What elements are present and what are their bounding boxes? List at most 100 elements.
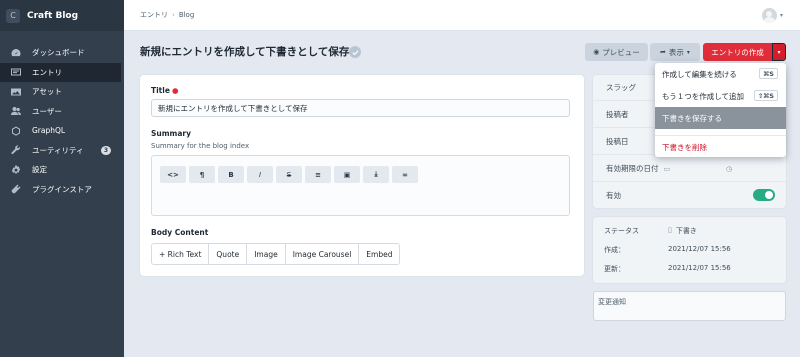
sidebar-item-label: GraphQL xyxy=(32,126,66,136)
plug-icon xyxy=(10,184,22,194)
chevron-down-icon: ▾ xyxy=(777,48,781,56)
enabled-toggle[interactable] xyxy=(753,189,775,201)
view-button-label: 表示 xyxy=(668,47,684,57)
create-menu-toggle[interactable]: ▾ xyxy=(772,43,786,61)
wrench-icon xyxy=(10,145,22,155)
page-title: 新規にエントリを作成して下書きとして保存 xyxy=(140,46,350,58)
site-logo: C xyxy=(6,8,20,23)
create-dropdown-menu: 作成して編集を続ける ⌘S もう１つを作成して追加 ⇧⌘S 下書きを保存する 下… xyxy=(655,63,786,157)
created-row: 作成： 2021/12/07 15:56 xyxy=(604,245,731,255)
updated-value: 2021/12/07 15:56 xyxy=(668,264,731,272)
graphql-icon xyxy=(10,126,22,136)
title-label-text: Title xyxy=(151,86,170,95)
required-indicator-icon: ● xyxy=(171,86,179,95)
menu-item-label: もう１つを作成して追加 xyxy=(662,91,745,101)
menu-item-label: 作成して編集を続ける xyxy=(662,69,737,79)
sidebar-item-users[interactable]: ユーザー xyxy=(0,102,121,122)
editor-toolbar: <> ¶ B I S ≡ ▣ ⤓ ∞ xyxy=(160,166,421,183)
status-value: 下書き xyxy=(675,227,697,235)
strikethrough-button[interactable]: S xyxy=(276,166,302,183)
author-label: 投稿者 xyxy=(606,110,629,119)
body-content-label: Body Content xyxy=(151,228,209,237)
sidebar-item-label: ユーティリティ xyxy=(32,145,84,155)
title-input[interactable] xyxy=(151,99,570,117)
expiry-date-label: 有効期限の日付 xyxy=(606,164,659,173)
preview-button-label: プレビュー xyxy=(602,47,640,57)
menu-item-label: 下書きを保存する xyxy=(662,113,722,123)
share-icon: ➦ xyxy=(660,48,666,56)
embed-button[interactable]: ⤓ xyxy=(363,166,389,183)
post-date-label: 投稿日 xyxy=(606,137,629,146)
preview-button[interactable]: ◉ プレビュー xyxy=(585,43,648,61)
create-entry-button[interactable]: エントリの作成 xyxy=(703,43,772,61)
add-image-button[interactable]: Image xyxy=(247,244,286,264)
notes-placeholder: 変更通知 xyxy=(598,298,626,306)
chevron-down-icon: ▾ xyxy=(686,48,690,56)
menu-item-delete-draft[interactable]: 下書きを削除 xyxy=(655,136,786,158)
sidebar-item-label: プラグインストア xyxy=(32,184,92,194)
sidebar-item-label: ダッシュボード xyxy=(32,48,85,58)
add-embed-button[interactable]: Embed xyxy=(359,244,400,264)
sidebar-item-utilities[interactable]: ユーティリティ 3 xyxy=(0,141,121,161)
add-image-carousel-button[interactable]: Image Carousel xyxy=(285,244,360,264)
top-bar: エントリ › Blog ▾ xyxy=(124,0,800,31)
sidebar-nav: ダッシュボード エントリ アセット ユーザー GraphQL ユーティリティ 3… xyxy=(0,31,124,199)
enabled-field: 有効 xyxy=(593,182,786,208)
sidebar-item-assets[interactable]: アセット xyxy=(0,82,121,102)
sidebar-item-dashboard[interactable]: ダッシュボード xyxy=(0,43,121,63)
app-window: C Craft Blog ダッシュボード エントリ アセット ユーザー Grap… xyxy=(0,0,800,357)
sidebar-item-graphql[interactable]: GraphQL xyxy=(0,121,121,141)
breadcrumb: エントリ › Blog xyxy=(140,10,194,20)
created-label: 作成： xyxy=(604,246,625,254)
code-button[interactable]: <> xyxy=(160,166,186,183)
add-quote-button[interactable]: Quote xyxy=(209,244,248,264)
sidebar-item-label: アセット xyxy=(32,87,62,97)
sidebar-item-label: 設定 xyxy=(32,165,47,175)
brand[interactable]: C Craft Blog xyxy=(0,0,124,31)
block-type-buttons: + Rich Text Quote Image Image Carousel E… xyxy=(151,243,401,265)
created-value: 2021/12/07 15:56 xyxy=(668,245,731,253)
expiry-date-field[interactable]: 有効期限の日付 ▭ ◷ xyxy=(593,156,786,182)
updated-row: 更新： 2021/12/07 15:56 xyxy=(604,264,731,274)
bold-button[interactable]: B xyxy=(218,166,244,183)
users-icon xyxy=(10,106,22,116)
italic-button[interactable]: I xyxy=(247,166,273,183)
view-button[interactable]: ➦ 表示 ▾ xyxy=(650,43,700,61)
menu-item-save-draft[interactable]: 下書きを保存する xyxy=(655,107,786,129)
breadcrumb-separator-icon: › xyxy=(172,11,175,19)
keyboard-shortcut: ⌘S xyxy=(759,68,778,79)
list-button[interactable]: ≡ xyxy=(305,166,331,183)
sidebar-item-settings[interactable]: 設定 xyxy=(0,160,121,180)
assets-icon xyxy=(10,87,22,97)
menu-item-save-and-continue[interactable]: 作成して編集を続ける ⌘S xyxy=(655,63,786,85)
sidebar-item-plugin-store[interactable]: プラグインストア xyxy=(0,180,121,200)
dashboard-icon xyxy=(10,48,22,58)
clock-icon[interactable]: ◷ xyxy=(726,165,732,173)
avatar xyxy=(761,8,777,23)
document-icon: ▯ xyxy=(668,226,672,234)
status-label: ステータス xyxy=(604,227,639,235)
sidebar-item-label: ユーザー xyxy=(32,106,62,116)
menu-item-save-and-add-another[interactable]: もう１つを作成して追加 ⇧⌘S xyxy=(655,85,786,107)
summary-field-label: Summary xyxy=(151,129,192,138)
paragraph-button[interactable]: ¶ xyxy=(189,166,215,183)
title-field-label: Title ● xyxy=(151,86,178,95)
breadcrumb-item-blog[interactable]: Blog xyxy=(179,11,194,19)
site-name: Craft Blog xyxy=(27,10,79,21)
image-button[interactable]: ▣ xyxy=(334,166,360,183)
slug-label: スラッグ xyxy=(606,83,636,92)
user-menu-toggle[interactable]: ▾ xyxy=(761,8,783,23)
entries-icon xyxy=(10,67,22,77)
add-rich-text-button[interactable]: + Rich Text xyxy=(152,244,210,264)
summary-editor[interactable]: <> ¶ B I S ≡ ▣ ⤓ ∞ xyxy=(151,155,570,216)
link-button[interactable]: ∞ xyxy=(392,166,418,183)
chevron-down-icon: ▾ xyxy=(779,12,783,19)
calendar-icon[interactable]: ▭ xyxy=(664,165,671,173)
notes-textarea[interactable]: 変更通知 xyxy=(593,291,786,321)
sidebar: C Craft Blog ダッシュボード エントリ アセット ユーザー Grap… xyxy=(0,0,124,357)
sidebar-item-entries[interactable]: エントリ xyxy=(0,62,121,82)
gear-icon xyxy=(10,165,22,175)
breadcrumb-item-entries[interactable]: エントリ xyxy=(140,10,168,20)
entry-content-card: Title● Summary Summary for the blog inde… xyxy=(140,75,584,276)
keyboard-shortcut: ⇧⌘S xyxy=(753,90,778,101)
